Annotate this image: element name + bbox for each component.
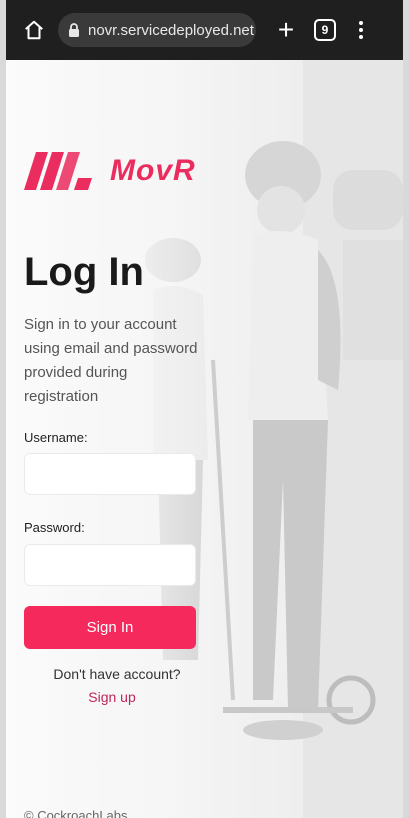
login-instructions: Sign in to your account using email and … (24, 316, 198, 405)
movr-logo-icon (24, 152, 92, 190)
overflow-menu-icon[interactable] (346, 12, 376, 48)
browser-toolbar: novr.servicedeployed.net + 9 (6, 0, 403, 60)
login-page: MovR Log In Sign in to your account usin… (6, 60, 403, 818)
no-account-text: Don't have account? (53, 666, 181, 682)
username-label: Username: (24, 430, 88, 445)
password-input[interactable] (24, 544, 196, 586)
lock-icon (68, 23, 80, 37)
sign-in-button[interactable]: Sign In (24, 606, 196, 649)
footer-copyright: © CockroachLabs (24, 808, 128, 818)
new-tab-plus-icon[interactable]: + (268, 12, 304, 48)
tab-count: 9 (321, 23, 329, 37)
url-text: novr.servicedeployed.net (88, 21, 254, 39)
brand-name: MovR (110, 154, 196, 187)
page-title: Log In (24, 250, 144, 294)
tab-switcher-icon[interactable]: 9 (314, 19, 336, 41)
movr-logo: MovR (24, 152, 196, 190)
address-bar[interactable]: novr.servicedeployed.net (58, 13, 256, 47)
device-frame: novr.servicedeployed.net + 9 MovR Log In… (0, 0, 409, 818)
password-label: Password: (24, 520, 85, 535)
username-input[interactable] (24, 453, 196, 495)
sign-up-link[interactable]: Sign up (24, 689, 200, 705)
home-icon[interactable] (16, 12, 52, 48)
